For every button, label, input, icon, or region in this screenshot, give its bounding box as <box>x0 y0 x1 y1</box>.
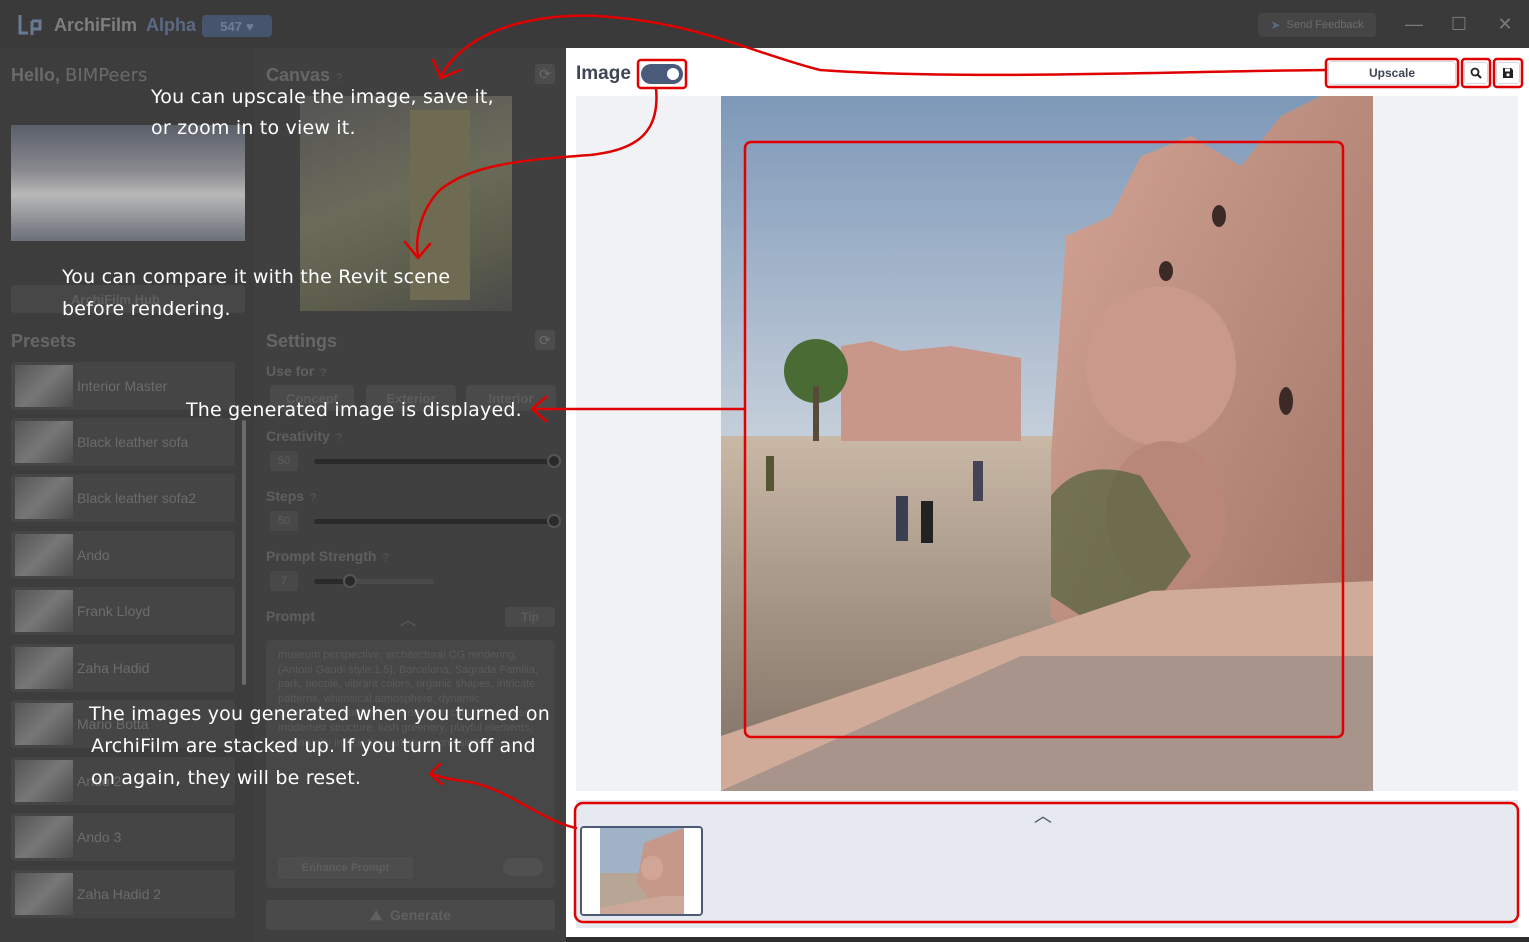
save-highlight <box>1492 57 1524 89</box>
zoom-highlight <box>1460 57 1492 89</box>
stack-arrow-head <box>428 762 444 786</box>
annotation-stack-line-2: ArchiFilm are stacked up. If you turn it… <box>91 735 536 757</box>
annotation-stack-line-3: on again, they will be reset. <box>91 767 362 789</box>
annotation-compare-line-1: You can compare it with the Revit scene <box>62 266 451 288</box>
upscale-arrow <box>438 14 1327 80</box>
annotation-upscale-line-2: or zoom in to view it. <box>151 117 356 139</box>
annotation-stack-line-1: The images you generated when you turned… <box>89 703 550 725</box>
compare-arrow <box>416 86 658 257</box>
toggle-highlight <box>636 58 688 90</box>
strip-highlight <box>573 801 1520 924</box>
stack-arrow <box>430 772 578 830</box>
upscale-highlight <box>1324 57 1460 89</box>
annotation-displayed: The generated image is displayed. <box>186 399 522 421</box>
annotation-upscale-line-1: You can upscale the image, save it, <box>151 86 494 108</box>
image-highlight <box>743 140 1345 739</box>
annotation-compare-line-2: before rendering. <box>62 298 231 320</box>
